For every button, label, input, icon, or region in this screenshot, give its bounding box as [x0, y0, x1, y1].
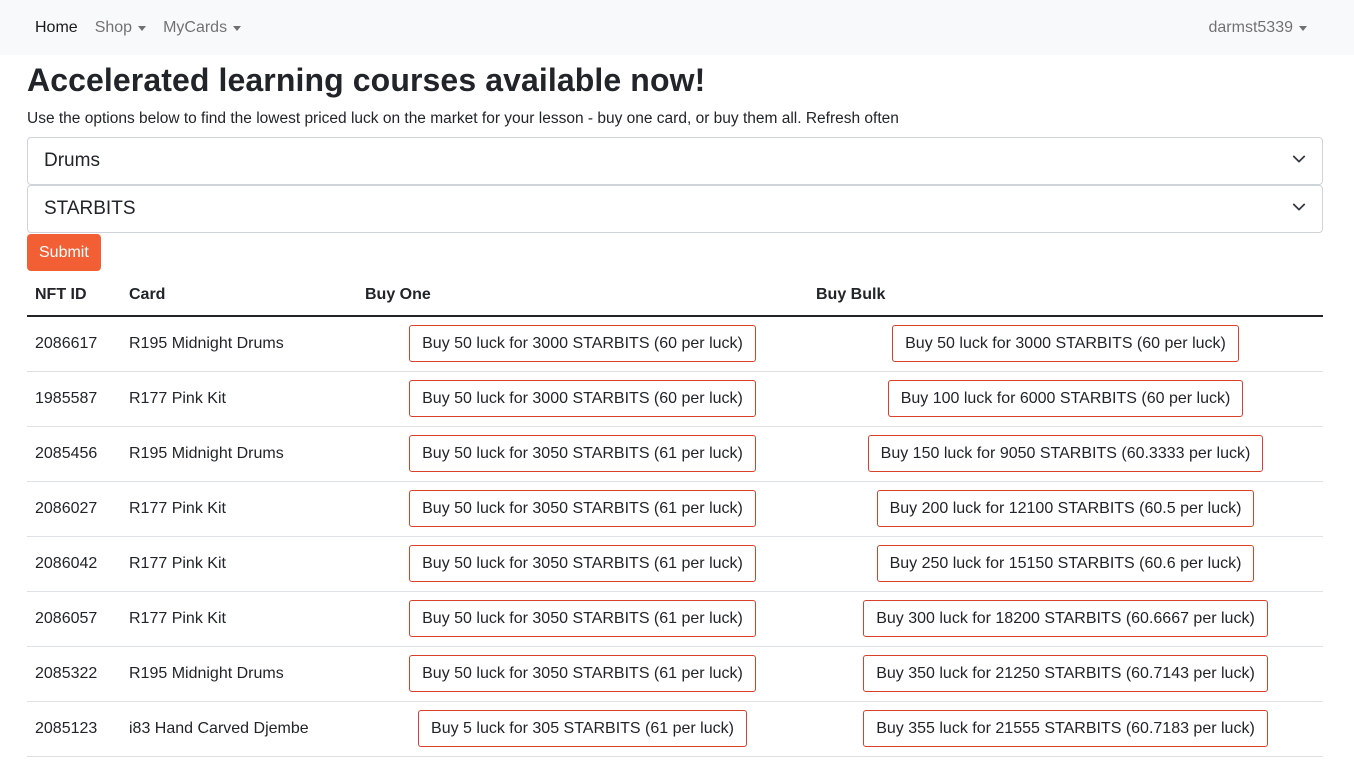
card-name-cell: R177 Pink Kit [121, 481, 357, 537]
buy-one-button[interactable]: Buy 50 luck for 3000 STARBITS (60 per lu… [409, 325, 756, 363]
buy-one-cell: Buy 50 luck for 3050 STARBITS (61 per lu… [357, 481, 808, 537]
nft-id-cell: 2085322 [27, 646, 121, 702]
col-header-card: Card [121, 274, 357, 317]
col-header-buy-one: Buy One [357, 274, 808, 317]
buy-one-button[interactable]: Buy 50 luck for 3050 STARBITS (61 per lu… [409, 655, 756, 692]
table-row: 2085123 i83 Hand Carved Djembe Buy 5 luck … [27, 701, 1323, 757]
buy-bulk-cell: Buy 300 luck for 18200 STARBITS (60.6667… [808, 591, 1323, 647]
buy-one-cell: Buy 50 luck for 3000 STARBITS (60 per lu… [357, 371, 808, 427]
card-name-cell: i83 Hand Carved Djembe [121, 701, 357, 757]
buy-bulk-cell: Buy 250 luck for 15150 STARBITS (60.6 pe… [808, 536, 1323, 592]
submit-button[interactable]: Submit [27, 234, 101, 271]
buy-bulk-button[interactable]: Buy 200 luck for 12100 STARBITS (60.5 pe… [876, 490, 1255, 527]
nav-home-link[interactable]: Home [35, 19, 78, 37]
buy-bulk-cell: Buy 100 luck for 6000 STARBITS (60 per l… [808, 371, 1323, 427]
nft-id-cell: 2086057 [27, 591, 121, 647]
card-name-cell: R195 Midnight Drums [121, 646, 357, 702]
caret-down-icon [1299, 25, 1307, 31]
card-name-cell: R177 Pink Kit [121, 536, 357, 592]
buy-bulk-button[interactable]: Buy 50 luck for 3000 STARBITS (60 per lu… [892, 325, 1239, 363]
buy-one-cell: Buy 50 luck for 3050 STARBITS (61 per lu… [357, 536, 808, 592]
buy-bulk-cell: Buy 200 luck for 12100 STARBITS (60.5 pe… [808, 481, 1323, 537]
page-subtitle: Use the options below to find the lowest… [27, 110, 899, 127]
nav-shop-dropdown[interactable]: Shop [94, 18, 147, 37]
table-row: 2086042 R177 Pink Kit Buy 50 luck for 3050… [27, 536, 1323, 592]
nav-left-group: Home Shop MyCards [35, 19, 258, 37]
buy-bulk-cell: Buy 50 luck for 3000 STARBITS (60 per lu… [808, 316, 1323, 372]
buy-one-cell: Buy 50 luck for 3000 STARBITS (60 per lu… [357, 316, 808, 372]
card-name-cell: R177 Pink Kit [121, 591, 357, 647]
caret-down-icon [138, 25, 147, 31]
table-row: 2086027 R177 Pink Kit Buy 50 luck for 3050… [27, 481, 1323, 537]
buy-one-cell: Buy 50 luck for 3050 STARBITS (61 per lu… [357, 426, 808, 482]
username-label: darmst5339 [1208, 18, 1294, 36]
table-row: 1985587 R177 Pink Kit Buy 50 luck for 3000… [27, 371, 1323, 427]
nft-id-cell: 2086042 [27, 536, 121, 592]
main-content: Accelerated learning courses available n… [0, 61, 1354, 757]
nav-mycards-dropdown[interactable]: MyCards [163, 18, 242, 37]
nft-id-cell: 1985587 [27, 371, 121, 427]
col-header-nft-id: NFT ID [27, 274, 121, 317]
nav-home-label: Home [35, 18, 78, 36]
nav-right-group: darmst5339 [1208, 18, 1307, 37]
currency-select[interactable]: STARBITS [27, 185, 1323, 233]
col-header-buy-bulk: Buy Bulk [808, 274, 1323, 317]
buy-bulk-button[interactable]: Buy 150 luck for 9050 STARBITS (60.3333 … [867, 435, 1264, 472]
lesson-select[interactable]: Drums [27, 137, 1323, 185]
card-name-cell: R177 Pink Kit [121, 371, 357, 427]
table-row: 2086617 R195 Midnight Drums Buy 50 luck fo… [27, 316, 1323, 372]
table-row: 2086057 R177 Pink Kit Buy 50 luck for 3050… [27, 591, 1323, 647]
nav-mycards-label: MyCards [163, 18, 228, 36]
table-header-row: NFT ID Card Buy One Buy Bulk [27, 274, 1323, 317]
buy-bulk-cell: Buy 355 luck for 21555 STARBITS (60.7183… [808, 701, 1323, 757]
buy-bulk-button[interactable]: Buy 350 luck for 21250 STARBITS (60.7143… [863, 655, 1268, 692]
top-navbar: Home Shop MyCards darmst5339 [0, 0, 1354, 55]
buy-one-button[interactable]: Buy 50 luck for 3050 STARBITS (61 per lu… [409, 435, 756, 472]
buy-one-cell: Buy 5 luck for 305 STARBITS (61 per luck… [357, 701, 808, 757]
chevron-down-icon [1292, 155, 1306, 163]
nft-id-cell: 2085456 [27, 426, 121, 482]
card-name-cell: R195 Midnight Drums [121, 426, 357, 482]
nft-id-cell: 2086617 [27, 316, 121, 372]
nav-shop-label: Shop [94, 18, 133, 36]
buy-one-button[interactable]: Buy 5 luck for 305 STARBITS (61 per luck… [418, 710, 747, 747]
table-row: 2085456 R195 Midnight Drums Buy 50 luck fo… [27, 426, 1323, 482]
buy-one-button[interactable]: Buy 50 luck for 3050 STARBITS (61 per lu… [409, 545, 756, 582]
buy-bulk-cell: Buy 150 luck for 9050 STARBITS (60.3333 … [808, 426, 1323, 482]
page-title: Accelerated learning courses available n… [27, 62, 706, 98]
lesson-select-value: Drums [44, 150, 100, 171]
buy-bulk-button[interactable]: Buy 100 luck for 6000 STARBITS (60 per l… [887, 380, 1244, 417]
listings-table: NFT ID Card Buy One Buy Bulk 2086617 R195… [27, 274, 1323, 757]
nft-id-cell: 2086027 [27, 481, 121, 537]
buy-one-button[interactable]: Buy 50 luck for 3000 STARBITS (60 per lu… [409, 380, 756, 417]
chevron-down-icon [1292, 203, 1306, 211]
buy-bulk-button[interactable]: Buy 250 luck for 15150 STARBITS (60.6 pe… [876, 545, 1255, 582]
user-menu-dropdown[interactable]: darmst5339 [1208, 18, 1307, 37]
table-row: 2085322 R195 Midnight Drums Buy 50 luck fo… [27, 646, 1323, 702]
buy-one-button[interactable]: Buy 50 luck for 3050 STARBITS (61 per lu… [409, 490, 756, 527]
buy-bulk-cell: Buy 350 luck for 21250 STARBITS (60.7143… [808, 646, 1323, 702]
table-body: 2086617 R195 Midnight Drums Buy 50 luck fo… [27, 316, 1323, 757]
caret-down-icon [233, 25, 242, 31]
buy-bulk-button[interactable]: Buy 355 luck for 21555 STARBITS (60.7183… [863, 710, 1268, 747]
buy-one-cell: Buy 50 luck for 3050 STARBITS (61 per lu… [357, 646, 808, 702]
nft-id-cell: 2085123 [27, 701, 121, 757]
card-name-cell: R195 Midnight Drums [121, 316, 357, 372]
buy-one-cell: Buy 50 luck for 3050 STARBITS (61 per lu… [357, 591, 808, 647]
buy-one-button[interactable]: Buy 50 luck for 3050 STARBITS (61 per lu… [409, 600, 756, 637]
buy-bulk-button[interactable]: Buy 300 luck for 18200 STARBITS (60.6667… [863, 600, 1268, 637]
currency-select-value: STARBITS [44, 198, 136, 219]
